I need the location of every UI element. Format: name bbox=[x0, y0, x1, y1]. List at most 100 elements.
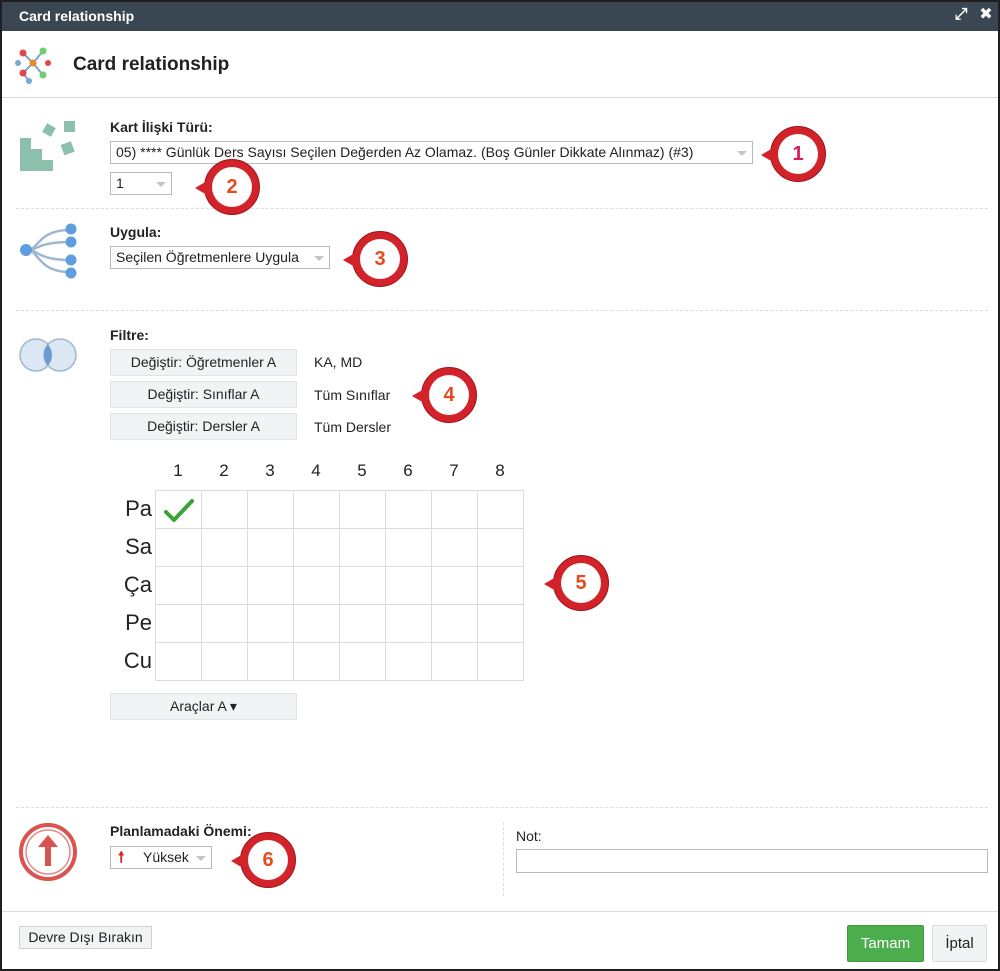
callout-number: 2 bbox=[212, 167, 252, 207]
schedule-cell[interactable] bbox=[386, 567, 432, 605]
schedule-column-number[interactable]: 8 bbox=[477, 461, 523, 481]
card-type-label: Kart İlişki Türü: bbox=[110, 119, 213, 135]
schedule-cell[interactable] bbox=[248, 605, 294, 643]
apply-tree-icon bbox=[20, 223, 77, 279]
callout-number: 3 bbox=[360, 239, 400, 279]
maximize-icon[interactable]: ⤢ bbox=[952, 5, 970, 25]
schedule-column-number[interactable]: 7 bbox=[431, 461, 477, 481]
schedule-cell[interactable] bbox=[202, 567, 248, 605]
importance-select-value: Yüksek bbox=[143, 849, 189, 865]
schedule-cell[interactable] bbox=[248, 529, 294, 567]
chevron-down-icon bbox=[314, 256, 324, 261]
schedule-cell[interactable] bbox=[386, 529, 432, 567]
schedule-cell[interactable] bbox=[340, 491, 386, 529]
section-divider bbox=[16, 807, 988, 808]
schedule-cell[interactable] bbox=[432, 643, 478, 681]
schedule-cell[interactable] bbox=[340, 605, 386, 643]
callout-badge-6: 6 bbox=[231, 832, 296, 888]
schedule-cell[interactable] bbox=[478, 529, 524, 567]
callout-badge-4: 4 bbox=[412, 367, 477, 423]
schedule-cell[interactable] bbox=[432, 529, 478, 567]
dialog-header: Card relationship bbox=[2, 31, 998, 98]
schedule-cell[interactable] bbox=[156, 529, 202, 567]
disable-button[interactable]: Devre Dışı Bırakın bbox=[19, 926, 152, 949]
change-lessons-button[interactable]: Değiştir: Dersler A bbox=[110, 413, 297, 440]
schedule-cell[interactable] bbox=[478, 605, 524, 643]
importance-select[interactable]: 🠕 Yüksek bbox=[110, 846, 212, 869]
schedule-cell[interactable] bbox=[478, 491, 524, 529]
schedule-cell[interactable] bbox=[340, 529, 386, 567]
change-teachers-button[interactable]: Değiştir: Öğretmenler A bbox=[110, 349, 297, 376]
schedule-cell[interactable] bbox=[432, 567, 478, 605]
schedule-cell[interactable] bbox=[156, 643, 202, 681]
section-vertical-divider bbox=[503, 822, 504, 896]
schedule-cell[interactable] bbox=[432, 491, 478, 529]
importance-arrow-icon bbox=[19, 823, 77, 881]
chevron-down-icon bbox=[196, 856, 206, 861]
schedule-cell[interactable] bbox=[248, 643, 294, 681]
card-type-icon bbox=[20, 121, 75, 171]
card-type-value: 05) **** Günlük Ders Sayısı Seçilen Değe… bbox=[116, 144, 694, 160]
schedule-cell[interactable] bbox=[294, 567, 340, 605]
schedule-cell[interactable] bbox=[386, 643, 432, 681]
schedule-row-label[interactable]: Pa bbox=[102, 496, 152, 522]
callout-badge-3: 3 bbox=[343, 231, 408, 287]
schedule-cell[interactable] bbox=[432, 605, 478, 643]
schedule-row-label[interactable]: Cu bbox=[102, 648, 152, 674]
schedule-cell[interactable] bbox=[294, 491, 340, 529]
schedule-cell[interactable] bbox=[340, 567, 386, 605]
note-label: Not: bbox=[516, 828, 542, 844]
schedule-cell[interactable] bbox=[156, 491, 202, 529]
note-input[interactable] bbox=[516, 849, 988, 873]
ok-button[interactable]: Tamam bbox=[847, 925, 924, 962]
schedule-grid bbox=[155, 490, 524, 681]
value-select[interactable]: 1 bbox=[110, 172, 172, 195]
schedule-cell[interactable] bbox=[248, 491, 294, 529]
schedule-column-number[interactable]: 4 bbox=[293, 461, 339, 481]
schedule-cell[interactable] bbox=[294, 605, 340, 643]
apply-label: Uygula: bbox=[110, 224, 162, 240]
value-select-value: 1 bbox=[116, 175, 124, 191]
schedule-cell[interactable] bbox=[156, 605, 202, 643]
schedule-cell[interactable] bbox=[202, 605, 248, 643]
title-bar[interactable]: Card relationship ⤢ ✖ bbox=[2, 2, 998, 31]
schedule-column-number[interactable]: 3 bbox=[247, 461, 293, 481]
schedule-cell[interactable] bbox=[202, 643, 248, 681]
section-divider bbox=[16, 310, 988, 311]
schedule-column-number[interactable]: 1 bbox=[155, 461, 201, 481]
schedule-cell[interactable] bbox=[386, 491, 432, 529]
schedule-cell[interactable] bbox=[294, 643, 340, 681]
schedule-column-number[interactable]: 6 bbox=[385, 461, 431, 481]
schedule-cell[interactable] bbox=[248, 567, 294, 605]
schedule-cell[interactable] bbox=[386, 605, 432, 643]
cancel-button[interactable]: İptal bbox=[932, 925, 987, 962]
callout-badge-5: 5 bbox=[544, 555, 609, 611]
filter-venn-icon bbox=[19, 338, 77, 372]
tools-button[interactable]: Araçlar A ▾ bbox=[110, 693, 297, 720]
section-divider bbox=[16, 208, 988, 209]
schedule-row-label[interactable]: Sa bbox=[102, 534, 152, 560]
callout-number: 6 bbox=[248, 840, 288, 880]
schedule-cell[interactable] bbox=[478, 567, 524, 605]
schedule-cell[interactable] bbox=[478, 643, 524, 681]
schedule-column-number[interactable]: 2 bbox=[201, 461, 247, 481]
schedule-cell[interactable] bbox=[294, 529, 340, 567]
schedule-cell[interactable] bbox=[202, 529, 248, 567]
chevron-down-icon bbox=[156, 182, 166, 187]
apply-select-value: Seçilen Öğretmenlere Uygula bbox=[116, 249, 299, 265]
lessons-filter-value: Tüm Dersler bbox=[314, 419, 392, 435]
schedule-row-label[interactable]: Pe bbox=[102, 610, 152, 636]
callout-number: 4 bbox=[429, 375, 469, 415]
dialog-window: Card relationship ⤢ ✖ Card relationship bbox=[0, 0, 1000, 971]
apply-select[interactable]: Seçilen Öğretmenlere Uygula bbox=[110, 246, 330, 269]
close-icon[interactable]: ✖ bbox=[977, 5, 995, 25]
schedule-row-label[interactable]: Ça bbox=[102, 572, 152, 598]
schedule-cell[interactable] bbox=[340, 643, 386, 681]
card-type-select[interactable]: 05) **** Günlük Ders Sayısı Seçilen Değe… bbox=[110, 141, 753, 164]
callout-number: 5 bbox=[561, 563, 601, 603]
schedule-cell[interactable] bbox=[202, 491, 248, 529]
classes-filter-value: Tüm Sınıflar bbox=[314, 387, 391, 403]
change-classes-button[interactable]: Değiştir: Sınıflar A bbox=[110, 381, 297, 408]
schedule-cell[interactable] bbox=[156, 567, 202, 605]
schedule-column-number[interactable]: 5 bbox=[339, 461, 385, 481]
